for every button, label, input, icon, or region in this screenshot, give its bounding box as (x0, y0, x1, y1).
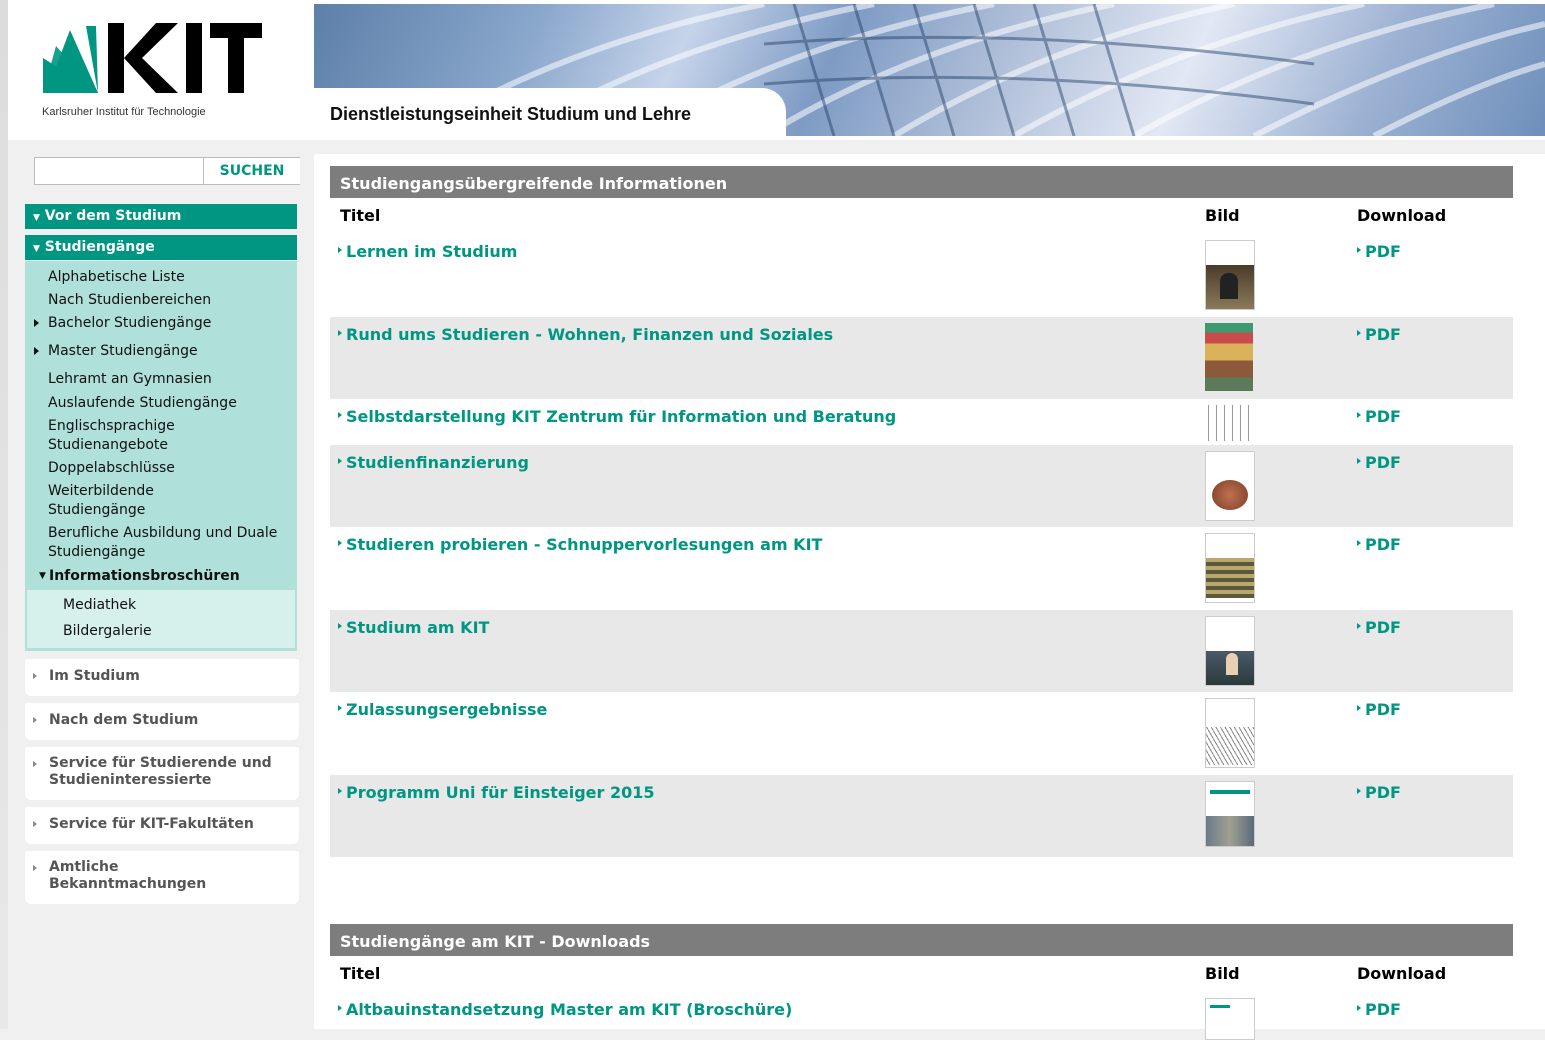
table-row: Selbstdarstellung KIT Zentrum für Inform… (330, 399, 1513, 445)
doc-link[interactable]: Studienfinanzierung (338, 453, 529, 472)
nav-vor-dem-studium-label: Vor dem Studium (44, 208, 182, 224)
search-button[interactable]: SUCHEN (203, 158, 300, 184)
nav-service-fakultaeten[interactable]: Service für KIT-Fakultäten (25, 807, 299, 844)
table-row: Studieren probieren - Schnuppervorlesung… (330, 527, 1513, 610)
nav-im-studium[interactable]: Im Studium (25, 659, 299, 696)
sidebar-item-mediathek[interactable]: Mediathek (63, 596, 303, 615)
brochure-thumbnail (1205, 323, 1253, 391)
chevron-right-icon (33, 865, 37, 871)
col-titel: Titel (340, 964, 381, 983)
nav-studiengaenge[interactable]: ▼ Studiengänge (25, 235, 297, 260)
doc-link[interactable]: Rund ums Studieren - Wohnen, Finanzen un… (338, 325, 833, 344)
unit-title: Dienstleistungseinheit Studium und Lehre (330, 104, 692, 124)
section-header-uebergreifend: Studiengangsübergreifende Informationen (330, 166, 1513, 198)
table-row: Rund ums Studieren - Wohnen, Finanzen un… (330, 317, 1513, 399)
brochure-thumbnail (1205, 533, 1255, 603)
nav-service-fakultaeten-label: Service für KIT-Fakultäten (49, 816, 254, 832)
header: Karlsruher Institut für Technologie Dien… (8, 0, 1545, 140)
search-input[interactable] (37, 160, 201, 182)
sidebar-item-bachelor[interactable]: Bachelor Studiengänge (34, 314, 288, 333)
nav-informationsbroschueren[interactable]: ▼ Informationsbroschüren (25, 565, 297, 587)
sidebar-item-lehramt[interactable]: Lehramt an Gymnasien (48, 370, 288, 389)
main-content: Studiengangsübergreifende Informationen … (314, 154, 1545, 1040)
pdf-download-link[interactable]: PDF (1357, 325, 1401, 344)
table-row: Studienfinanzierung PDF (330, 445, 1513, 527)
pdf-download-link[interactable]: PDF (1357, 700, 1401, 719)
brochure-thumbnail (1205, 616, 1255, 686)
sidebar-item-auslaufende[interactable]: Auslaufende Studiengänge (48, 394, 288, 413)
sidebar-item-nach-studienbereichen[interactable]: Nach Studienbereichen (48, 291, 288, 310)
table-row: Studium am KIT PDF (330, 610, 1513, 692)
doc-link[interactable]: Studium am KIT (338, 618, 489, 637)
table-row: Altbauinstandsetzung Master am KIT (Bros… (330, 992, 1513, 1040)
pdf-download-link[interactable]: PDF (1357, 242, 1401, 261)
chevron-down-icon: ▼ (33, 244, 40, 254)
pdf-download-link[interactable]: PDF (1357, 618, 1401, 637)
nav-nach-dem-studium-label: Nach dem Studium (49, 712, 199, 728)
doc-link[interactable]: Selbstdarstellung KIT Zentrum für Inform… (338, 407, 896, 426)
left-edge-strip (0, 0, 8, 1029)
table-row: Zulassungsergebnisse PDF (330, 692, 1513, 775)
page: Karlsruher Institut für Technologie Dien… (8, 0, 1545, 1040)
nav-vor-dem-studium[interactable]: ▼ Vor dem Studium (25, 204, 297, 229)
sidebar-item-doppelabschluesse[interactable]: Doppelabschlüsse (48, 459, 288, 478)
table-row: Lernen im Studium PDF (330, 234, 1513, 317)
col-download: Download (1357, 206, 1447, 225)
nav-studiengaenge-label: Studiengänge (44, 239, 155, 255)
pdf-download-link[interactable]: PDF (1357, 783, 1401, 802)
brochure-thumbnail (1205, 405, 1253, 441)
nav-nach-dem-studium[interactable]: Nach dem Studium (25, 703, 299, 740)
doc-link[interactable]: Studieren probieren - Schnuppervorlesung… (338, 535, 822, 554)
nav-service-studierende-label: Service für Studierende und Studieninter… (49, 755, 272, 788)
table-header: Titel Bild Download (330, 198, 1513, 232)
brochure-thumbnail (1205, 781, 1255, 847)
kit-logo-icon (43, 23, 262, 93)
brochure-thumbnail (1205, 998, 1255, 1040)
pdf-download-link[interactable]: PDF (1357, 453, 1401, 472)
sidebar-item-berufliche-ausbildung[interactable]: Berufliche Ausbildung und Duale Studieng… (48, 524, 283, 562)
pdf-download-link[interactable]: PDF (1357, 535, 1401, 554)
nav-service-studierende[interactable]: Service für Studierende und Studieninter… (25, 747, 299, 800)
col-bild: Bild (1205, 964, 1240, 983)
doc-link[interactable]: Lernen im Studium (338, 242, 517, 261)
sidebar-item-weiterbildende[interactable]: Weiterbildende Studiengänge (48, 482, 198, 520)
nav-im-studium-label: Im Studium (49, 668, 140, 684)
chevron-down-icon: ▼ (39, 571, 46, 581)
nav-amtliche-label: Amtliche Bekanntmachungen (49, 859, 207, 892)
chevron-right-icon (33, 761, 37, 767)
brochure-thumbnail (1205, 698, 1255, 768)
col-bild: Bild (1205, 206, 1240, 225)
pdf-download-link[interactable]: PDF (1357, 1000, 1401, 1019)
table-row: Programm Uni für Einsteiger 2015 PDF (330, 775, 1513, 857)
pdf-download-link[interactable]: PDF (1357, 407, 1401, 426)
sidebar-item-bildergalerie[interactable]: Bildergalerie (63, 622, 303, 641)
chevron-right-icon (33, 821, 37, 827)
chevron-right-icon (33, 717, 37, 723)
chevron-right-icon (33, 673, 37, 679)
chevron-down-icon: ▼ (33, 213, 40, 223)
brochure-thumbnail (1205, 451, 1255, 521)
col-titel: Titel (340, 206, 381, 225)
sidebar-item-master[interactable]: Master Studiengänge (34, 342, 288, 361)
doc-link[interactable]: Altbauinstandsetzung Master am KIT (Bros… (338, 1000, 792, 1019)
sidebar-item-englischsprachige[interactable]: Englischsprachige Studienangebote (48, 417, 218, 455)
section-header-downloads: Studiengänge am KIT - Downloads (330, 924, 1513, 956)
sidebar-item-alphabetische-liste[interactable]: Alphabetische Liste (48, 268, 288, 287)
brochure-thumbnail (1205, 240, 1255, 310)
doc-link[interactable]: Programm Uni für Einsteiger 2015 (338, 783, 655, 802)
nav-informationsbroschueren-label: Informationsbroschüren (49, 568, 240, 584)
nav-amtliche-bekanntmachungen[interactable]: Amtliche Bekanntmachungen (25, 851, 299, 904)
doc-link[interactable]: Zulassungsergebnisse (338, 700, 547, 719)
logo-caption: Karlsruher Institut für Technologie (42, 106, 206, 118)
table-header: Titel Bild Download (330, 956, 1513, 990)
col-download: Download (1357, 964, 1447, 983)
search-box: SUCHEN (34, 157, 300, 185)
